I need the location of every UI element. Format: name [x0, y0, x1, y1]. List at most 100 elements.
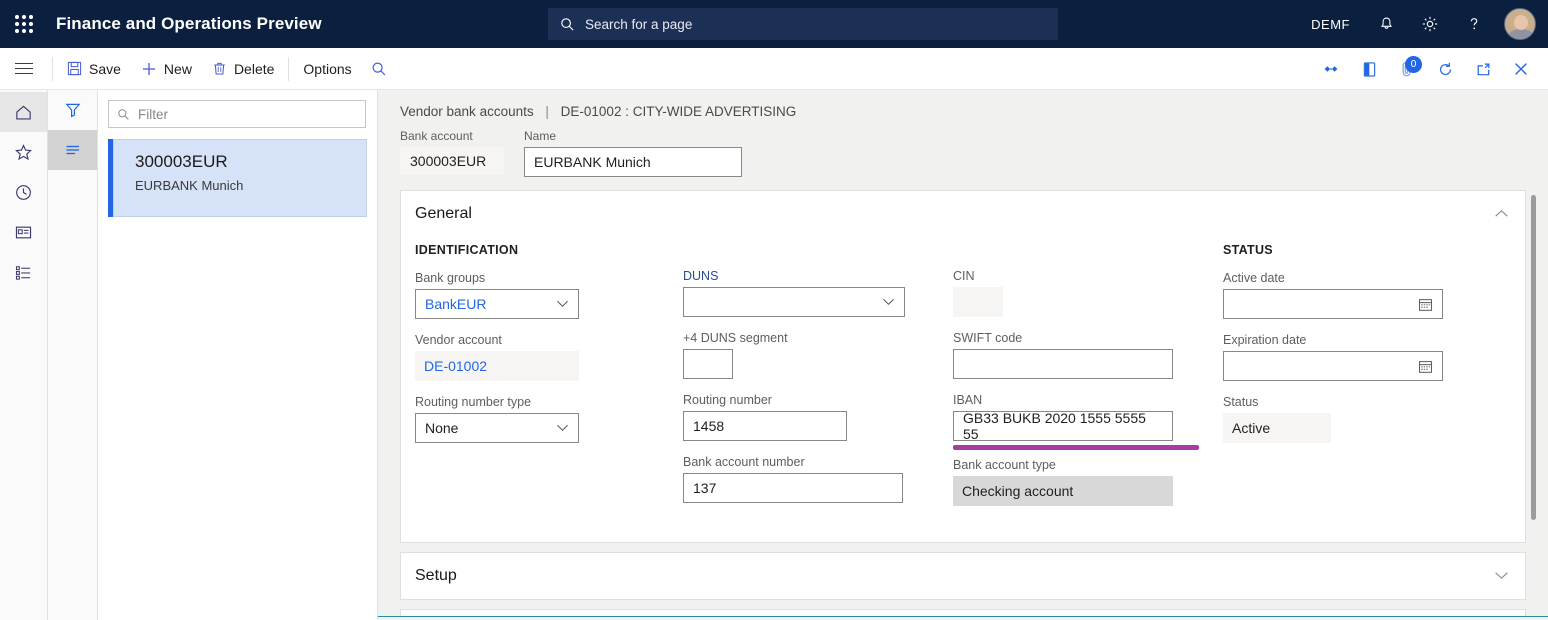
content-scrollbar[interactable] [1531, 195, 1536, 520]
breadcrumb-record: DE-01002 : CITY-WIDE ADVERTISING [561, 104, 797, 119]
sidebar-item-favorites[interactable] [0, 132, 47, 172]
search-icon [371, 61, 387, 77]
duns-segment-label: +4 DUNS segment [683, 331, 953, 345]
save-button[interactable]: Save [57, 48, 131, 90]
expiration-date-field: Expiration date [1223, 333, 1463, 381]
filter-input[interactable]: Filter [108, 100, 366, 128]
company-selector[interactable]: DEMF [1299, 17, 1362, 32]
active-date-input[interactable] [1223, 289, 1443, 319]
filter-icon [64, 101, 82, 119]
iban-field: IBAN GB33 BUKB 2020 1555 5555 55 [953, 393, 1223, 450]
save-icon [67, 61, 82, 76]
bell-icon[interactable] [1366, 4, 1406, 44]
app-launcher-icon[interactable] [0, 15, 48, 33]
duns-segment-field: +4 DUNS segment [683, 331, 953, 379]
name-input[interactable]: EURBANK Munich [524, 147, 742, 177]
duns-column: DUNS +4 DUNS segment [683, 243, 953, 520]
list-item[interactable]: 300003EUR EURBANK Munich [108, 139, 367, 217]
user-avatar[interactable] [1504, 8, 1536, 40]
general-section-body: IDENTIFICATION Bank groups BankEUR [401, 237, 1525, 542]
calendar-icon[interactable] [1418, 297, 1433, 312]
iban-label: IBAN [953, 393, 1223, 407]
general-section-card: General IDENTIFICATION Bank groups [400, 190, 1526, 543]
command-divider [52, 57, 53, 81]
expiration-date-input[interactable] [1223, 351, 1443, 381]
bank-account-type-field: Bank account type Checking account [953, 458, 1223, 506]
status-field: Status Active [1223, 395, 1463, 443]
cin-label: CIN [953, 269, 1223, 283]
name-field-group: Name EURBANK Munich [524, 129, 742, 177]
sidebar-item-workspaces[interactable] [0, 212, 47, 252]
question-mark-icon[interactable] [1454, 4, 1494, 44]
sidebar-item-recent[interactable] [0, 172, 47, 212]
header-fields: Bank account 300003EUR Name EURBANK Muni… [378, 119, 1548, 177]
chevron-up-icon[interactable] [1494, 205, 1509, 223]
global-search-input[interactable]: Search for a page [548, 8, 1058, 40]
duns-segment-input[interactable] [683, 349, 733, 379]
duns-label[interactable]: DUNS [683, 269, 953, 283]
command-bar: Save New Delete Options [0, 48, 1548, 90]
status-label: Status [1223, 395, 1463, 409]
search-icon [117, 108, 130, 121]
bank-account-number-input[interactable]: 137 [683, 473, 903, 503]
hamburger-icon[interactable] [0, 48, 48, 90]
office-panel-icon[interactable] [1350, 48, 1388, 90]
vendor-account-value[interactable]: DE-01002 [415, 351, 579, 381]
filter-pane-toggle[interactable] [48, 90, 97, 130]
status-heading: STATUS [1223, 243, 1463, 257]
name-label: Name [524, 129, 742, 143]
iban-input[interactable]: GB33 BUKB 2020 1555 5555 55 [953, 411, 1173, 441]
relations-icon[interactable] [1312, 48, 1350, 90]
save-label: Save [89, 61, 121, 77]
close-icon[interactable] [1502, 48, 1540, 90]
list-item-subtitle: EURBANK Munich [135, 178, 367, 193]
bank-account-number-field: Bank account number 137 [683, 455, 953, 503]
sidebar-item-modules[interactable] [0, 252, 47, 292]
chevron-down-icon [882, 298, 895, 306]
routing-number-type-dropdown[interactable]: None [415, 413, 579, 443]
refresh-icon[interactable] [1426, 48, 1464, 90]
setup-section-header[interactable]: Setup [401, 553, 1525, 599]
command-search-icon[interactable] [362, 48, 396, 90]
bank-account-label: Bank account [400, 129, 504, 143]
options-button[interactable]: Options [293, 48, 361, 90]
chevron-down-icon [556, 424, 569, 432]
general-section-header[interactable]: General [401, 191, 1525, 237]
gear-icon[interactable] [1410, 4, 1450, 44]
star-icon [14, 143, 33, 162]
delete-label: Delete [234, 61, 274, 77]
app-title: Finance and Operations Preview [56, 14, 322, 34]
routing-number-label: Routing number [683, 393, 953, 407]
breadcrumb-page[interactable]: Vendor bank accounts [400, 104, 534, 119]
chevron-down-icon [556, 300, 569, 308]
identification-column: IDENTIFICATION Bank groups BankEUR [415, 243, 683, 520]
attachment-count-badge: 0 [1405, 56, 1422, 73]
open-in-new-window-icon[interactable] [1464, 48, 1502, 90]
delete-button[interactable]: Delete [202, 48, 284, 90]
bank-account-type-value: Checking account [953, 476, 1173, 506]
list-icon [14, 263, 33, 282]
home-icon [14, 103, 33, 122]
sidebar-item-home[interactable] [0, 92, 47, 132]
vendor-account-label: Vendor account [415, 333, 683, 347]
identification-heading: IDENTIFICATION [415, 243, 683, 257]
bank-account-number-label: Bank account number [683, 455, 953, 469]
bank-account-value: 300003EUR [400, 147, 504, 175]
content-pane: Vendor bank accounts | DE-01002 : CITY-W… [378, 90, 1548, 620]
bank-account-type-label: Bank account type [953, 458, 1223, 472]
main-body: Filter 300003EUR EURBANK Munich Vendor b… [0, 90, 1548, 620]
attachment-icon[interactable]: 0 [1388, 48, 1426, 90]
swift-code-input[interactable] [953, 349, 1173, 379]
chevron-down-icon[interactable] [1494, 567, 1509, 585]
routing-number-input[interactable]: 1458 [683, 411, 847, 441]
list-pane-toggle[interactable] [48, 130, 97, 170]
status-strip [378, 616, 1548, 620]
active-date-label: Active date [1223, 271, 1463, 285]
top-nav-actions: DEMF [1295, 0, 1548, 48]
calendar-icon[interactable] [1418, 359, 1433, 374]
new-button[interactable]: New [131, 48, 202, 90]
new-label: New [164, 61, 192, 77]
duns-dropdown[interactable] [683, 287, 905, 317]
bank-groups-dropdown[interactable]: BankEUR [415, 289, 579, 319]
plus-icon [141, 61, 157, 77]
